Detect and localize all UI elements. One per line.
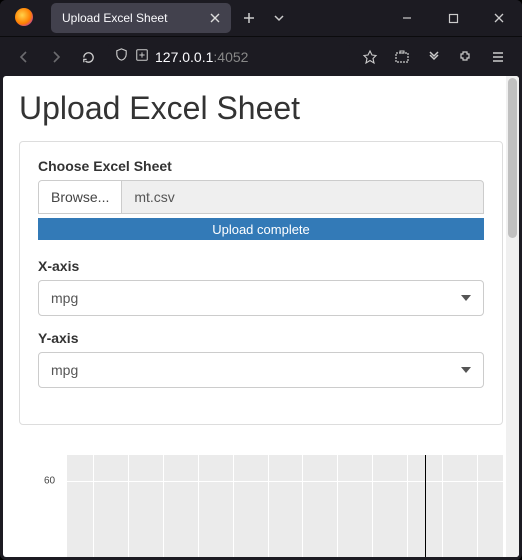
menu-icon[interactable] — [484, 43, 512, 71]
close-window-button[interactable] — [476, 0, 522, 36]
tab-active[interactable]: Upload Excel Sheet — [51, 3, 231, 33]
back-button[interactable] — [10, 43, 38, 71]
xaxis-select[interactable]: mpg — [38, 280, 484, 316]
titlebar: Upload Excel Sheet — [0, 0, 522, 36]
choose-sheet-label: Choose Excel Sheet — [38, 158, 484, 174]
overflow-icon[interactable] — [420, 43, 448, 71]
browser-window: Upload Excel Sheet 127.0.0.1:4052 — [0, 0, 522, 560]
yaxis-label: Y-axis — [38, 330, 484, 346]
screenshot-icon[interactable] — [388, 43, 416, 71]
url-bar[interactable]: 127.0.0.1:4052 — [108, 43, 350, 71]
chevron-down-icon — [461, 295, 471, 301]
chart: 60 — [19, 455, 503, 557]
scrollbar[interactable] — [506, 76, 519, 557]
file-input[interactable]: Browse... mt.csv — [38, 180, 484, 214]
close-icon[interactable] — [207, 10, 223, 26]
yaxis-value: mpg — [51, 362, 78, 378]
minimize-button[interactable] — [384, 0, 430, 36]
ytick-60: 60 — [44, 476, 55, 487]
file-name: mt.csv — [122, 181, 483, 213]
plot-area — [67, 455, 503, 557]
tabs-dropdown-icon[interactable] — [265, 4, 293, 32]
shield-icon — [114, 47, 129, 67]
chevron-down-icon — [461, 367, 471, 373]
maximize-button[interactable] — [430, 0, 476, 36]
new-tab-button[interactable] — [235, 4, 263, 32]
upload-progress: Upload complete — [38, 218, 484, 240]
bookmark-icon[interactable] — [356, 43, 384, 71]
url-port: :4052 — [213, 49, 248, 65]
xaxis-value: mpg — [51, 290, 78, 306]
form-panel: Choose Excel Sheet Browse... mt.csv Uplo… — [19, 141, 503, 425]
tab-title: Upload Excel Sheet — [62, 11, 207, 25]
firefox-icon — [15, 8, 35, 28]
page-content: Upload Excel Sheet Choose Excel Sheet Br… — [3, 76, 519, 557]
xaxis-label: X-axis — [38, 258, 484, 274]
lock-icon — [135, 48, 149, 67]
browse-button[interactable]: Browse... — [39, 181, 122, 213]
forward-button[interactable] — [42, 43, 70, 71]
scrollbar-thumb[interactable] — [508, 78, 517, 238]
extensions-icon[interactable] — [452, 43, 480, 71]
page-title: Upload Excel Sheet — [19, 90, 503, 127]
reload-button[interactable] — [74, 43, 102, 71]
yaxis-select[interactable]: mpg — [38, 352, 484, 388]
window-controls — [384, 0, 522, 36]
nav-toolbar: 127.0.0.1:4052 — [0, 37, 522, 77]
bar-spike — [425, 455, 426, 557]
url-host: 127.0.0.1 — [155, 49, 213, 65]
